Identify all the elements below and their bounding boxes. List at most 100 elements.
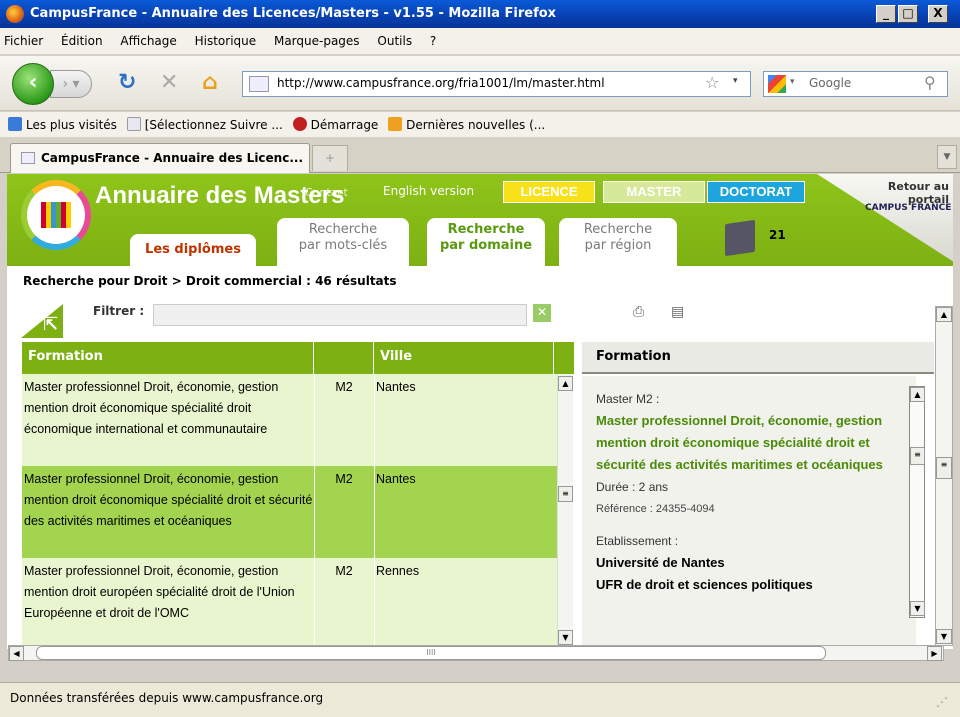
page-scrollbar[interactable]: ▲ ≡ ▼ — [935, 306, 953, 646]
menu-edition[interactable]: Édition — [61, 34, 103, 48]
detail-etablissement-name: Université de Nantes — [596, 555, 725, 570]
selection-folder-icon[interactable] — [725, 219, 755, 257]
bookmark-firefox-icon — [292, 117, 307, 131]
bookmark-cned-icon — [126, 117, 141, 131]
reload-icon[interactable]: ↻ — [118, 70, 136, 95]
scroll-up-icon[interactable]: ▲ — [936, 307, 952, 322]
home-icon[interactable]: ⌂ — [202, 70, 218, 95]
site-favicon-icon — [249, 76, 269, 92]
tab-strip: CampusFrance - Annuaire des Licenc... + … — [0, 139, 960, 173]
forward-button[interactable]: › ▾ — [50, 70, 92, 98]
scroll-up-icon[interactable]: ▲ — [910, 387, 925, 402]
contact-link[interactable]: Contact — [305, 186, 348, 199]
scroll-right-icon[interactable]: ▶ — [927, 646, 942, 661]
rss-icon — [388, 117, 403, 131]
table-row-selected[interactable]: Master professionnel Droit, économie, ge… — [22, 466, 557, 558]
firefox-icon — [6, 5, 24, 23]
scroll-down-icon[interactable]: ▼ — [558, 630, 573, 645]
window-titlebar: CampusFrance - Annuaire des Licences/Mas… — [0, 0, 960, 28]
table-row[interactable]: Master professionnel Droit, économie, ge… — [22, 374, 557, 466]
back-button[interactable]: ‹ — [12, 63, 54, 105]
search-box[interactable]: ▾ Google ⚲ — [763, 71, 948, 97]
collapse-arrow-icon[interactable]: ⇱ — [21, 304, 63, 338]
engine-dropdown-icon[interactable]: ▾ — [790, 77, 795, 87]
search-icon[interactable]: ⚲ — [924, 73, 936, 92]
licence-button[interactable]: LICENCE — [503, 181, 595, 203]
detail-etablissement-ufr: UFR de droit et sciences politiques — [596, 577, 813, 592]
menu-historique[interactable]: Historique — [195, 34, 257, 48]
google-engine-icon[interactable] — [768, 75, 786, 93]
horizontal-scroll-thumb[interactable]: IIII — [36, 646, 826, 660]
bookmark-most-visited[interactable]: Les plus visités — [8, 117, 117, 132]
detail-scrollbar[interactable]: ▲ ≡ ▼ — [909, 386, 925, 618]
bookmark-dernieres-nouvelles[interactable]: Dernières nouvelles (... — [388, 117, 545, 132]
url-dropdown-icon[interactable]: ▾ — [733, 76, 738, 86]
scroll-down-icon[interactable]: ▼ — [936, 629, 952, 644]
bookmark-demarrage[interactable]: Démarrage — [292, 117, 378, 132]
site-header: Annuaire des Masters Contact English ver… — [7, 174, 953, 266]
filter-input[interactable] — [153, 304, 527, 326]
scroll-thumb[interactable]: ≡ — [910, 447, 925, 465]
url-bar[interactable]: http://www.campusfrance.org/fria1001/lm/… — [242, 71, 751, 97]
bookmark-suivre[interactable]: [Sélectionnez Suivre ... — [126, 117, 283, 132]
row-formation: Master professionnel Droit, économie, ge… — [24, 380, 279, 436]
detail-etablissement-label: Etablissement : — [596, 534, 679, 548]
scroll-down-icon[interactable]: ▼ — [910, 601, 925, 616]
tab-les-diplomes[interactable]: Les diplômes — [130, 234, 256, 266]
tab-recherche-domaine[interactable]: Recherche par domaine — [427, 218, 545, 266]
minimize-button[interactable]: _ — [876, 5, 896, 23]
doctorat-button[interactable]: DOCTORAT — [707, 181, 805, 203]
col-level[interactable] — [314, 342, 374, 374]
row-formation: Master professionnel Droit, économie, ge… — [24, 564, 295, 620]
books-icon — [41, 202, 71, 228]
menu-fichier[interactable]: Fichier — [4, 34, 43, 48]
menu-help[interactable]: ? — [430, 34, 436, 48]
table-row[interactable]: Master professionnel Droit, économie, ge… — [22, 558, 557, 648]
menu-bar: Fichier Édition Affichage Historique Mar… — [0, 28, 960, 55]
tab-recherche-mots-cles[interactable]: Recherche par mots-clés — [277, 218, 409, 266]
bookmark-folder-icon — [8, 117, 22, 131]
search-placeholder: Google — [809, 76, 852, 90]
filter-label: Filtrer : — [93, 304, 145, 318]
campus-france-logo[interactable]: CAMPUS FRANCE — [865, 204, 951, 213]
new-tab-button[interactable]: + — [312, 145, 348, 171]
menu-marque-pages[interactable]: Marque-pages — [274, 34, 360, 48]
bookmark-star-icon[interactable]: ☆ — [705, 73, 719, 92]
col-ville[interactable]: Ville — [374, 342, 554, 374]
detail-title: Master professionnel Droit, économie, ge… — [596, 413, 883, 472]
results-table-header: Formation Ville — [22, 342, 574, 374]
scroll-thumb[interactable]: ≡ — [558, 486, 573, 502]
close-button[interactable]: X — [928, 5, 948, 23]
selection-count: 21 — [769, 228, 786, 242]
export-icon[interactable]: ▤ — [671, 304, 684, 320]
row-formation: Master professionnel Droit, économie, ge… — [24, 472, 313, 528]
tab-recherche-region[interactable]: Recherche par région — [559, 218, 677, 266]
master-button[interactable]: MASTER — [603, 181, 705, 203]
menu-outils[interactable]: Outils — [377, 34, 412, 48]
print-icon[interactable]: ⎙ — [633, 304, 644, 320]
detail-level-label: Master M2 : — [596, 392, 660, 406]
stop-icon[interactable]: ✕ — [160, 70, 178, 95]
scroll-thumb[interactable]: ≡ — [936, 457, 952, 479]
site-logo[interactable] — [21, 180, 91, 250]
bookmarks-toolbar: Les plus visités [Sélectionnez Suivre ..… — [0, 112, 960, 138]
url-text: http://www.campusfrance.org/fria1001/lm/… — [277, 76, 605, 90]
tab-title: CampusFrance - Annuaire des Licenc... — [41, 151, 304, 165]
tab-campusfrance[interactable]: CampusFrance - Annuaire des Licenc... — [10, 143, 310, 173]
retour-portail-link[interactable]: Retour au portail — [817, 174, 953, 264]
col-formation[interactable]: Formation — [22, 342, 314, 374]
resize-grip-icon[interactable]: ⋰ — [936, 695, 948, 709]
tab-favicon-icon — [21, 152, 35, 164]
english-version-link[interactable]: English version — [383, 184, 474, 198]
scroll-left-icon[interactable]: ◀ — [9, 646, 24, 661]
tab-list-dropdown-icon[interactable]: ▼ — [937, 145, 957, 169]
menu-affichage[interactable]: Affichage — [120, 34, 176, 48]
detail-duree: Durée : 2 ans — [596, 480, 669, 494]
row-ville: Nantes — [376, 380, 416, 394]
row-ville: Rennes — [376, 564, 420, 578]
detail-header: Formation — [582, 342, 934, 374]
table-scrollbar[interactable]: ▲ ≡ ▼ — [557, 374, 573, 650]
scroll-up-icon[interactable]: ▲ — [558, 376, 573, 391]
clear-filter-icon[interactable]: ✕ — [533, 304, 551, 322]
maximize-button[interactable]: □ — [898, 5, 918, 23]
